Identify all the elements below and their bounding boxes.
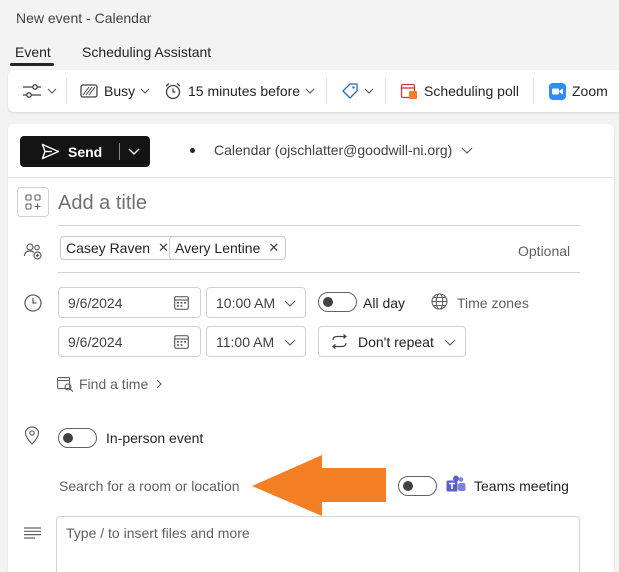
show-as-label: Busy <box>104 83 136 99</box>
calendar-selector[interactable]: Calendar (ojschlatter@goodwill-ni.org) <box>214 142 473 158</box>
end-date-value: 9/6/2024 <box>68 333 123 350</box>
alarm-clock-icon <box>164 82 182 100</box>
options-button[interactable] <box>22 70 57 112</box>
calendar-color-dot <box>190 148 195 153</box>
scheduling-poll-icon <box>400 82 418 100</box>
chevron-down-icon <box>305 88 315 94</box>
location-search-input[interactable]: Search for a room or location <box>59 478 240 494</box>
find-a-time-button[interactable]: Find a time <box>57 376 163 392</box>
all-day-toggle[interactable] <box>318 292 357 312</box>
zoom-label: Zoom <box>572 83 608 99</box>
end-time-dropdown[interactable]: 11:00 AM <box>206 326 306 357</box>
add-people-icon <box>23 241 43 261</box>
all-day-label: All day <box>363 295 406 311</box>
zoom-button[interactable]: Zoom <box>549 70 608 112</box>
remove-attendee-icon[interactable]: ✕ <box>268 240 279 256</box>
toggle-knob <box>63 433 73 443</box>
time-zones-button[interactable]: Time zones <box>457 295 529 311</box>
busy-status-icon <box>80 83 98 99</box>
repeat-dropdown[interactable]: Don't repeat <box>318 326 466 357</box>
teams-meeting-label: Teams meeting <box>474 478 569 494</box>
globe-icon <box>431 293 448 310</box>
reminder-dropdown[interactable]: 15 minutes before <box>164 70 315 112</box>
event-body-editor[interactable]: Type / to insert files and more <box>56 516 580 572</box>
calendar-search-icon <box>57 376 74 392</box>
title-input[interactable]: Add a title <box>58 192 147 215</box>
end-time-value: 11:00 AM <box>216 333 275 350</box>
scheduling-poll-button[interactable]: Scheduling poll <box>400 70 519 112</box>
chevron-down-icon <box>444 339 456 346</box>
teams-icon <box>446 475 466 495</box>
chevron-down-icon <box>284 339 296 346</box>
tab-scheduling-assistant[interactable]: Scheduling Assistant <box>82 44 211 60</box>
repeat-icon <box>331 334 348 349</box>
start-time-dropdown[interactable]: 10:00 AM <box>206 287 306 318</box>
clock-icon <box>23 293 43 313</box>
start-date-field[interactable]: 9/6/2024 <box>58 287 201 318</box>
tab-event[interactable]: Event <box>15 44 51 60</box>
attendee-name: Avery Lentine <box>175 240 261 256</box>
toolbar-divider <box>66 78 67 104</box>
teams-meeting-toggle[interactable] <box>398 476 437 496</box>
sliders-icon <box>22 82 42 100</box>
start-time-value: 10:00 AM <box>216 294 276 311</box>
calendar-icon <box>174 296 189 310</box>
show-as-dropdown[interactable]: Busy <box>80 70 150 112</box>
scheduling-poll-label: Scheduling poll <box>424 83 519 99</box>
calendar-label: Calendar (ojschlatter@goodwill-ni.org) <box>214 142 453 158</box>
optional-attendees-link[interactable]: Optional <box>518 243 570 259</box>
attendees-underline <box>58 272 580 273</box>
attendee-name: Casey Raven <box>66 240 151 256</box>
active-tab-indicator <box>10 63 54 66</box>
chevron-down-icon[interactable] <box>128 148 140 155</box>
send-split-divider <box>119 143 120 160</box>
chevron-down-icon <box>364 88 374 94</box>
categorize-dropdown[interactable] <box>341 70 374 112</box>
find-a-time-label: Find a time <box>79 376 149 392</box>
tag-icon <box>341 82 359 100</box>
toggle-knob <box>403 481 413 491</box>
toolbar-divider <box>385 78 386 104</box>
toolbar-divider <box>533 78 534 104</box>
section-divider <box>8 177 614 178</box>
remove-attendee-icon[interactable]: ✕ <box>158 240 169 256</box>
repeat-value: Don't repeat <box>358 333 434 350</box>
end-date-field[interactable]: 9/6/2024 <box>58 326 201 357</box>
toggle-knob <box>323 297 333 307</box>
calendar-icon <box>174 335 189 349</box>
chevron-down-icon <box>284 300 296 307</box>
attendee-chip[interactable]: Casey Raven ✕ <box>60 236 176 260</box>
attendee-chip[interactable]: Avery Lentine ✕ <box>169 236 287 260</box>
toolbar-divider <box>326 78 327 104</box>
chevron-down-icon <box>140 88 150 94</box>
reminder-label: 15 minutes before <box>188 83 301 99</box>
apps-icon <box>25 194 41 210</box>
send-label: Send <box>68 143 103 160</box>
send-icon <box>41 143 60 160</box>
text-align-icon <box>24 527 41 539</box>
in-person-event-toggle[interactable] <box>58 428 97 448</box>
chevron-right-icon <box>156 379 163 389</box>
event-icon-picker[interactable] <box>17 187 49 217</box>
chevron-down-icon <box>47 88 57 94</box>
orange-arrow-annotation <box>252 455 388 517</box>
window-title: New event - Calendar <box>16 10 152 26</box>
in-person-event-label: In-person event <box>106 430 204 446</box>
location-pin-icon <box>24 426 40 445</box>
body-placeholder: Type / to insert files and more <box>66 525 250 541</box>
send-button[interactable]: Send <box>20 136 150 167</box>
chevron-down-icon <box>461 147 473 154</box>
start-date-value: 9/6/2024 <box>68 294 123 311</box>
title-underline <box>58 225 580 226</box>
zoom-icon <box>549 82 566 100</box>
